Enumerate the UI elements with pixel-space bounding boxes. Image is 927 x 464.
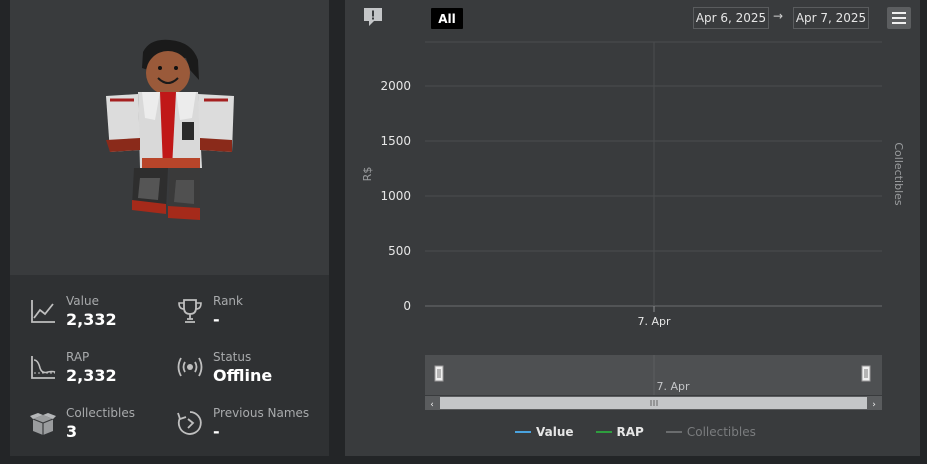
box-icon: [30, 413, 56, 435]
line-chart-icon: [31, 300, 55, 323]
stat-value-label: Value: [66, 294, 99, 308]
legend-swatch-collectibles: [665, 431, 682, 433]
navigator-handle-right[interactable]: [861, 365, 871, 382]
legend-item-collectibles[interactable]: Collectibles: [665, 425, 756, 439]
legend-label-value: Value: [536, 425, 574, 439]
stat-rap-value: 2,332: [66, 366, 117, 385]
legend-item-value[interactable]: Value: [515, 425, 574, 439]
stat-rank-value: -: [213, 310, 220, 329]
y-axis-label: R$: [361, 167, 374, 182]
stat-previous-names-label: Previous Names: [213, 406, 310, 420]
stat-previous-names: Previous Names -: [175, 406, 309, 442]
legend-label-rap: RAP: [616, 425, 644, 439]
y-tick-label: 2000: [380, 79, 411, 93]
navigator-handle-left[interactable]: [434, 365, 444, 382]
stat-collectibles-value: 3: [66, 422, 78, 441]
legend-label-collectibles: Collectibles: [686, 425, 756, 439]
avatar-image: [106, 39, 234, 220]
trophy-icon: [178, 299, 202, 323]
stat-status-label: Status: [213, 350, 252, 364]
stat-rap: RAP 2,332: [28, 350, 117, 386]
stat-status-value: Offline: [213, 366, 273, 385]
legend-item-rap[interactable]: RAP: [595, 425, 644, 439]
scrollbar-right-arrow-icon[interactable]: ›: [872, 400, 876, 410]
avatar-area: [10, 0, 329, 275]
legend-swatch-rap: [595, 431, 612, 433]
broadcast-icon: [177, 357, 203, 377]
x-tick-label: 7. Apr: [637, 315, 670, 328]
stats-grid: Value 2,332 Rank - RAP 2,332 Status Offl…: [10, 275, 329, 456]
scrollbar-left-arrow-icon[interactable]: ‹: [430, 400, 434, 410]
stat-rank: Rank -: [175, 294, 243, 330]
stat-rank-label: Rank: [213, 294, 243, 308]
stat-rap-label: RAP: [66, 350, 90, 364]
stat-value: Value 2,332: [28, 294, 117, 330]
y-tick-label: 500: [388, 244, 411, 258]
y-tick-label: 0: [403, 299, 411, 313]
stat-collectibles: Collectibles 3: [28, 406, 135, 442]
y-tick-label: 1500: [380, 134, 411, 148]
stat-value-value: 2,332: [66, 310, 117, 329]
value-chart: 2000 1500 1000 500 0 7. Apr R$ Collectibles 7. A…: [361, 41, 905, 410]
chart-panel: All Apr 6, 2025 → Apr 7, 2025 2000 1500 10…: [345, 0, 920, 456]
history-icon: [177, 411, 202, 435]
stat-collectibles-label: Collectibles: [66, 406, 135, 420]
page: Value 2,332 Rank - RAP 2,332 Status Offl…: [0, 0, 927, 464]
rap-chart-icon: [31, 356, 56, 379]
profile-panel: Value 2,332 Rank - RAP 2,332 Status Offl…: [10, 0, 329, 456]
y-tick-label: 1000: [380, 189, 411, 203]
stat-previous-names-value: -: [213, 422, 220, 441]
legend-swatch-value: [515, 431, 531, 433]
chart-legend: Value RAP Collectibles: [515, 425, 756, 439]
stat-status: Status Offline: [175, 350, 272, 386]
y-axis-label-right: Collectibles: [892, 142, 905, 206]
navigator-tick-label: 7. Apr: [656, 380, 689, 393]
